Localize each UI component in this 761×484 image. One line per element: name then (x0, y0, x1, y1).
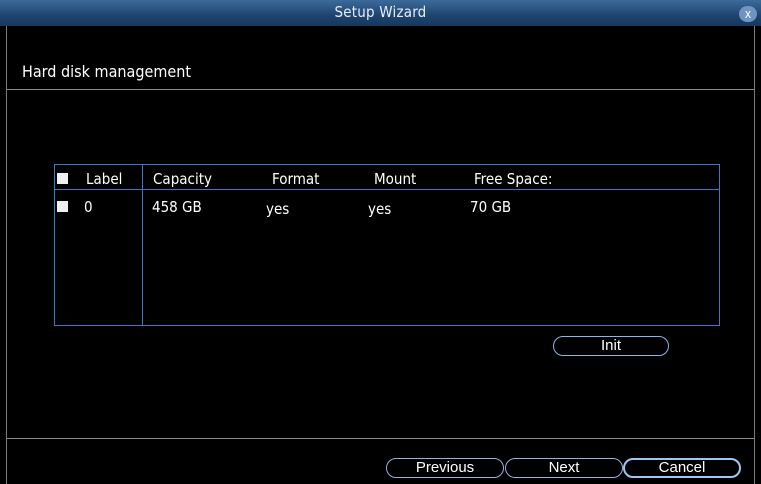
column-header-mount: Mount (374, 170, 417, 188)
column-header-label: Label (86, 170, 123, 188)
select-all-checkbox[interactable] (57, 173, 68, 184)
title-bar: Setup Wizard x (0, 0, 761, 26)
heading-divider (6, 89, 755, 90)
disk-label[interactable]: 0 (84, 198, 93, 216)
cancel-button[interactable]: Cancel (623, 458, 741, 478)
column-header-capacity: Capacity (153, 170, 212, 188)
previous-button[interactable]: Previous (386, 458, 504, 478)
table-header-divider (54, 189, 720, 190)
disk-format[interactable]: yes (266, 200, 289, 218)
disk-mount[interactable]: yes (368, 200, 391, 218)
column-header-format: Format (272, 170, 320, 188)
disk-free-space[interactable]: 70 GB (470, 198, 511, 216)
column-header-free-space: Free Space: (474, 170, 553, 188)
next-button[interactable]: Next (505, 458, 623, 478)
page-title: Hard disk management (22, 62, 191, 81)
footer-divider (6, 438, 755, 439)
disk-capacity[interactable]: 458 GB (152, 198, 202, 216)
init-button[interactable]: Init (553, 336, 669, 356)
row-checkbox[interactable] (57, 201, 68, 212)
close-icon[interactable]: x (739, 6, 757, 22)
window-title: Setup Wizard (334, 3, 427, 21)
table-column-divider (142, 164, 143, 326)
